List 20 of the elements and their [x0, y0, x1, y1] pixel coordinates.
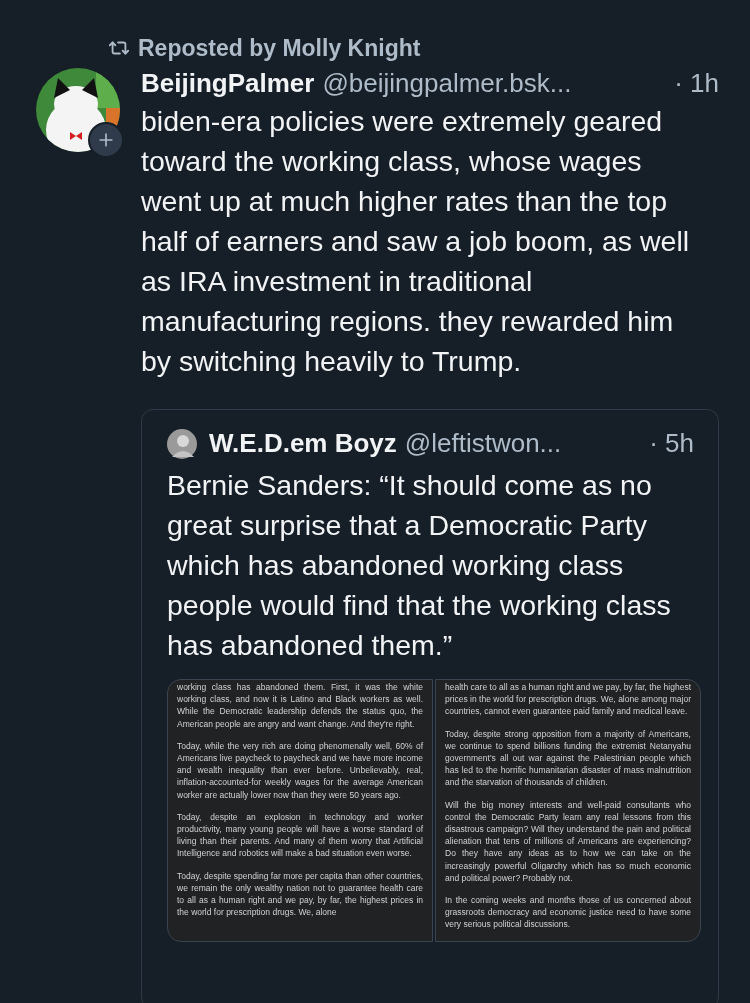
- post-text: biden-era policies were extremely geared toward the working class, whose wages went up at much higher rates than the top half of earners and saw a job boom, as well as IRA investment in traditional manufacturing regions. they rewarded him by switching heavily to Trump.: [141, 104, 691, 379]
- author-name[interactable]: BeijingPalmer: [141, 68, 315, 99]
- document-image[interactable]: [167, 679, 433, 942]
- quote-text: Bernie Sanders: “It should come as no great surprise that a Democratic Party which has abandoned working class people would find that the working class has abandoned them.”: [167, 468, 672, 663]
- author-handle: @leftistwon...: [404, 428, 563, 459]
- post-time: · 5h: [649, 428, 694, 459]
- post-time: · 1h: [674, 68, 719, 99]
- document-image[interactable]: [435, 679, 701, 942]
- document-paragraph: health care to all as a human right and we pay, by far, the highest prices in the world for prescription drugs. We, alone among major countries, cannot even guarantee paid family and medical leave.: [445, 681, 691, 718]
- author-name[interactable]: W.E.D.em Boyz: [209, 428, 397, 459]
- document-paragraph: Today, despite strong opposition from a majority of Americans, we continue to spend billions funding the extremist Netanyahu government's all out war against the Palestinian people which has led to the horrific humanitarian disaster of mass malnutrition and the starvation of thousands of children.: [445, 727, 691, 789]
- avatar[interactable]: [167, 428, 197, 459]
- repost-label: Reposted by Molly Knight: [138, 34, 421, 62]
- document-paragraph: Today, while the very rich are doing phenomenally well, 60% of Americans live paycheck to paycheck and we have more income and wealth inequality than ever before. Unbelievably, real, inflation-accounted-for weekly wages for the average American worker are actually lower now than they were 50 years ago.: [177, 739, 423, 801]
- document-paragraph: Today, despite an explosion in technology and worker productivity, many young people will have a worse standard of living than their parents. And many of them worry that Artificial Intelligence and robotics will make a bad situation even worse.: [177, 810, 423, 860]
- author-handle: @beijingpalmer.bsk...: [322, 68, 573, 99]
- document-paragraph: Will the big money interests and well-paid consultants who control the Democratic Party learn any real lessons from this disastrous campaign? Will they understand the pain and political alienation that tens of millions of Americans are experiencing? Do they have any ideas as to how we can take on the increasingly powerful Oligarchy which has so much economic and political power? Probably not.: [445, 798, 691, 885]
- document-paragraph: In the coming weeks and months those of us concerned about grassroots democracy and economic justice need to have some very serious political discussions.: [445, 894, 691, 931]
- document-paragraph: Today, despite spending far more per capita than other countries, we remain the only wealthy nation not to guarantee health care to all as a human right and we pay, by far, the highest prices in the world for prescription drugs. We, alone: [177, 869, 423, 919]
- document-paragraph: working class has abandoned them. First, it was the white working class, and now it is Latino and Black workers as well. While the Democratic leadership defends the status quo, the American people are angry and want change. And they're right.: [177, 681, 423, 730]
